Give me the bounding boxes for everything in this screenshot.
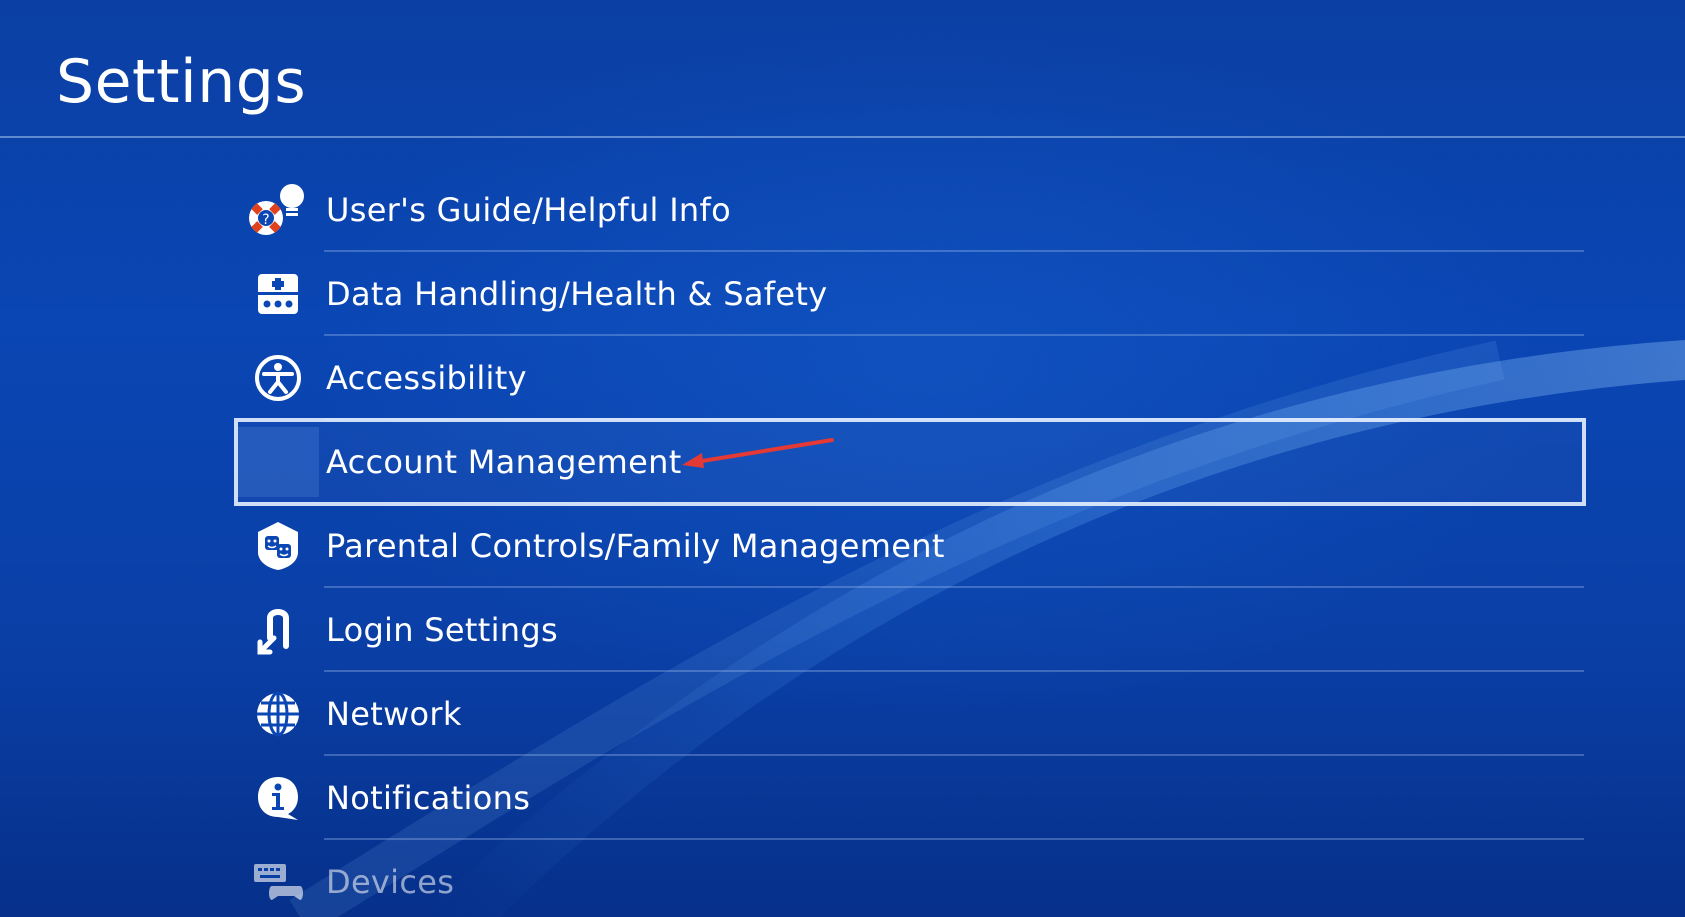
menu-item-label: Notifications (326, 779, 531, 817)
menu-item-label: Data Handling/Health & Safety (326, 275, 828, 313)
svg-text:?: ? (262, 212, 269, 228)
menu-item-label: Network (326, 695, 462, 733)
annotation-arrow (682, 438, 834, 468)
menu-item-label: Devices (326, 863, 455, 901)
menu-item-data-handling[interactable]: Data Handling/Health & Safety (236, 252, 1584, 336)
keyboard-controller-icon (236, 840, 320, 917)
menu-item-label: Parental Controls/Family Management (326, 527, 945, 565)
info-bubble-icon (236, 756, 320, 840)
menu-item-account-management[interactable]: Account Management (234, 418, 1586, 506)
menu-item-devices[interactable]: Devices (236, 840, 1584, 917)
login-arrow-icon (236, 588, 320, 672)
menu-item-label: User's Guide/Helpful Info (326, 191, 731, 229)
menu-item-network[interactable]: Network (236, 672, 1584, 756)
menu-item-users-guide[interactable]: ? User's Guide/Helpful Info (236, 168, 1584, 252)
health-safety-icon (236, 252, 320, 336)
page-title: Settings (56, 47, 307, 117)
settings-menu: ? User's Guide/Helpful Info Data Handlin… (234, 168, 1586, 917)
globe-icon (236, 672, 320, 756)
menu-item-login-settings[interactable]: Login Settings (236, 588, 1584, 672)
family-faces-icon (236, 504, 320, 588)
accessibility-icon (236, 336, 320, 420)
menu-item-notifications[interactable]: Notifications (236, 756, 1584, 840)
menu-item-parental-controls[interactable]: Parental Controls/Family Management (236, 504, 1584, 588)
account-icon (236, 420, 320, 504)
header: Settings (0, 0, 1685, 138)
menu-item-label: Account Management (326, 443, 682, 481)
menu-item-accessibility[interactable]: Accessibility (236, 336, 1584, 420)
lifebuoy-lightbulb-icon: ? (236, 168, 320, 252)
menu-item-label: Login Settings (326, 611, 558, 649)
menu-item-label: Accessibility (326, 359, 527, 397)
